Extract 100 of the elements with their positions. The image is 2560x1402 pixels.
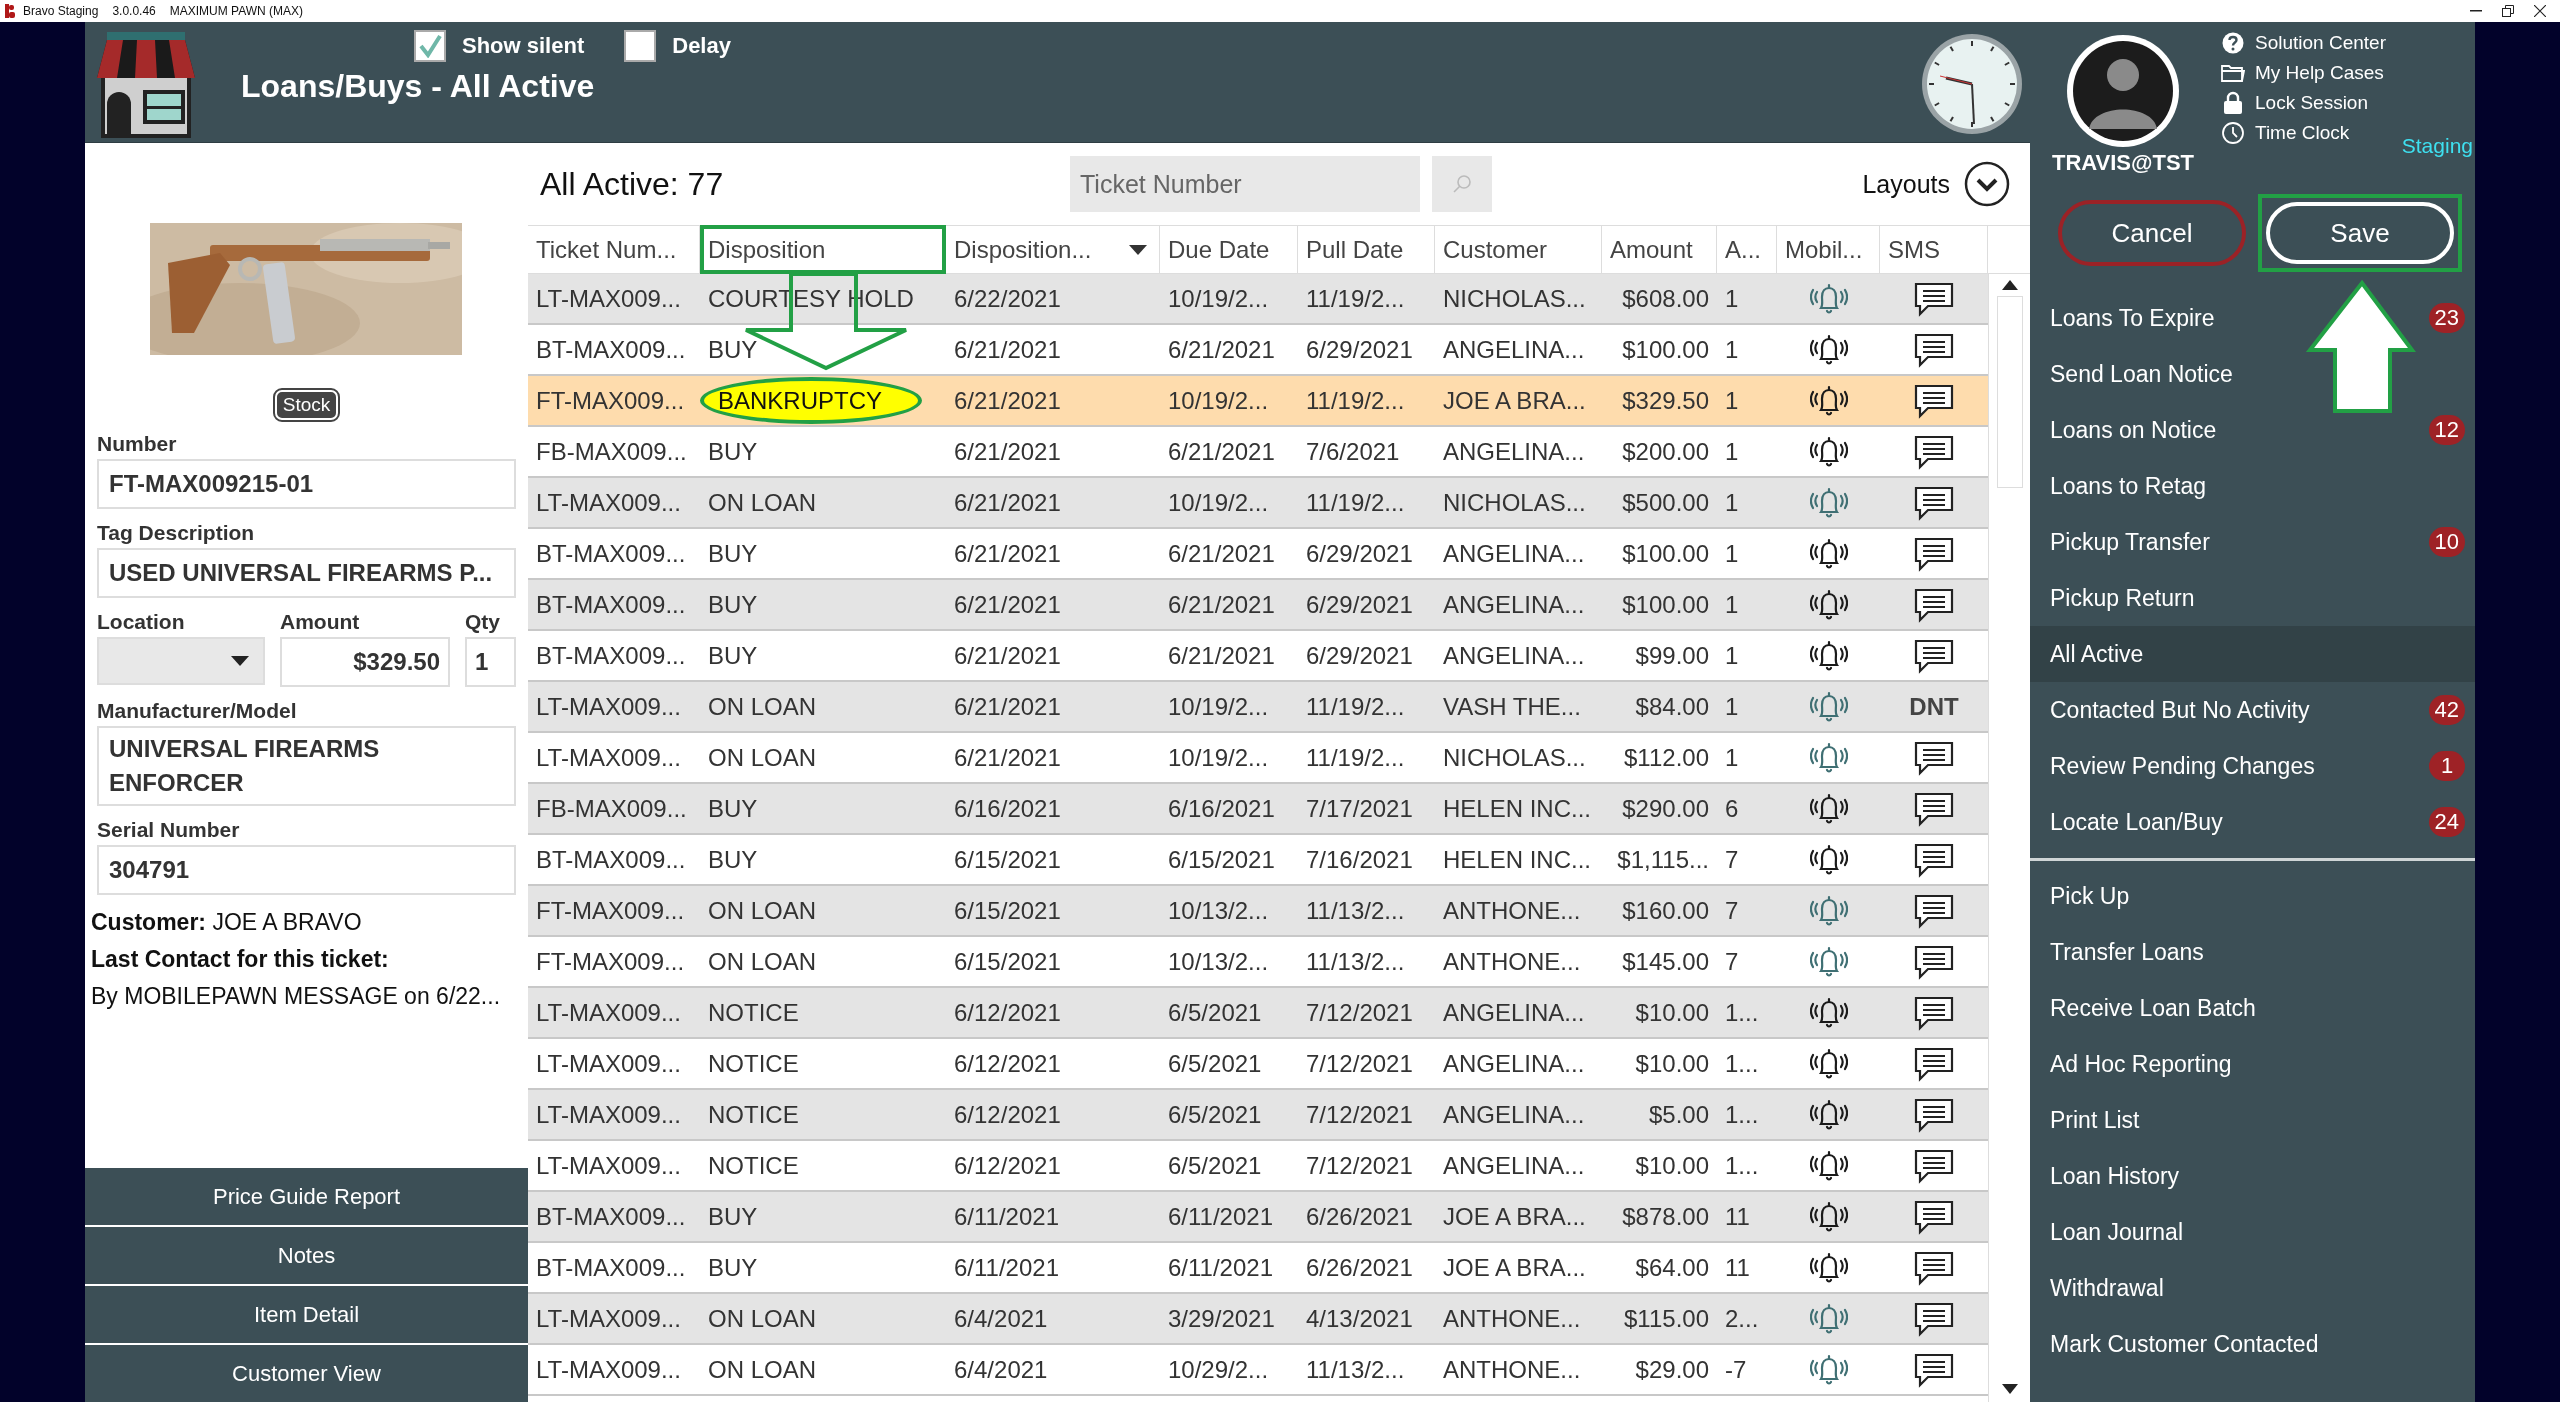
menu-item[interactable]: Loans to Retag [2030, 458, 2475, 514]
chat-icon[interactable] [1912, 1096, 1956, 1133]
chat-icon[interactable] [1912, 892, 1956, 929]
chat-icon[interactable] [1912, 382, 1956, 419]
input-field[interactable]: FT-MAX009215-01 [97, 459, 516, 509]
menu-item[interactable]: Review Pending Changes 1 [2030, 738, 2475, 794]
table-cell-text: 10/19/2... [1167, 488, 1270, 517]
chat-icon[interactable] [1912, 739, 1956, 776]
table-row[interactable]: LT-MAX009... NOTICE 6/12/2021 6/5/2021 7/12/2021 ANGELINA... $10.00 1... [528, 988, 1988, 1039]
chat-icon[interactable] [1912, 484, 1956, 521]
table-row[interactable]: FT-MAX009... BANKRUPTCY 6/21/2021 10/19/2... 11/19/2... JOE A BRA... $329.50 1 [528, 376, 1988, 427]
chat-icon[interactable] [1912, 331, 1956, 368]
action-button[interactable]: Notes [85, 1227, 528, 1284]
table-cell-text: 6/12/2021 [953, 998, 1062, 1027]
restore-icon[interactable] [2502, 5, 2514, 17]
input-field[interactable]: 304791 [97, 845, 516, 895]
help-link[interactable]: Time Clock [2255, 122, 2350, 144]
task-item[interactable]: Loan History [2030, 1148, 2475, 1204]
stock-button[interactable]: Stock [274, 390, 339, 420]
scroll-thumb[interactable] [1996, 296, 2023, 488]
column-header[interactable]: Disposition... [946, 225, 1160, 274]
menu-item[interactable]: Pickup Transfer 10 [2030, 514, 2475, 570]
chat-icon[interactable] [1912, 1147, 1956, 1184]
table-cell-text: HELEN INC... [1442, 794, 1593, 823]
help-link[interactable]: My Help Cases [2255, 62, 2384, 84]
table-cell-text: LT-MAX009... [535, 1151, 682, 1180]
chat-icon[interactable] [1912, 1198, 1956, 1235]
chat-icon[interactable] [1912, 280, 1956, 317]
task-item[interactable]: Transfer Loans [2030, 924, 2475, 980]
table-cell-text: $329.50 [1621, 386, 1710, 415]
menu-item[interactable]: All Active [2030, 626, 2475, 682]
cancel-button[interactable]: Cancel [2058, 200, 2246, 266]
action-button[interactable]: Price Guide Report [85, 1168, 528, 1225]
checkbox[interactable] [414, 30, 446, 62]
table-cell-text: 6/21/2021 [953, 692, 1062, 721]
layouts-label[interactable]: Layouts [1862, 169, 1950, 199]
task-item[interactable]: Pick Up [2030, 868, 2475, 924]
menu-item[interactable]: Contacted But No Activity 42 [2030, 682, 2475, 738]
chat-icon[interactable] [1912, 1045, 1956, 1082]
input-field[interactable]: $329.50 [280, 637, 450, 687]
action-button[interactable]: Customer View [85, 1345, 528, 1402]
table-row[interactable]: LT-MAX009... ON LOAN 6/21/2021 10/19/2... 11/19/2... VASH THE... $84.00 1 DNT [528, 682, 1988, 733]
table-cell-text: BUY [707, 437, 759, 466]
chat-icon[interactable] [1912, 535, 1956, 572]
chat-icon[interactable] [1912, 637, 1956, 674]
input-field[interactable]: UNIVERSAL FIREARMS ENFORCER [97, 726, 516, 806]
table-cell-text: ANGELINA... [1442, 335, 1586, 364]
environment-label: Staging [2401, 134, 2473, 158]
menu-item[interactable]: Loans To Expire 23 [2030, 290, 2475, 346]
table-cell-text: 6/29/2021 [1305, 641, 1414, 670]
close-icon[interactable] [2534, 5, 2546, 17]
chat-icon[interactable] [1912, 943, 1956, 980]
checkbox[interactable] [624, 30, 657, 62]
task-item[interactable]: Loan Journal [2030, 1204, 2475, 1260]
table-cell-text: NOTICE [707, 1151, 800, 1180]
chat-icon[interactable] [1912, 994, 1956, 1031]
input-field[interactable]: USED UNIVERSAL FIREARMS P... [97, 548, 516, 598]
table-row[interactable]: LT-MAX009... NOTICE 6/12/2021 6/5/2021 7/12/2021 ANGELINA... $5.00 1... [528, 1090, 1988, 1141]
scroll-down-icon[interactable] [2001, 1384, 2018, 1394]
help-link[interactable]: Solution Center [2255, 32, 2386, 54]
chat-icon[interactable] [1912, 1249, 1956, 1286]
field-label: Number [97, 432, 178, 456]
chat-icon[interactable] [1912, 1351, 1956, 1388]
table-cell-text: $99.00 [1634, 641, 1710, 670]
table-row[interactable]: BT-MAX009... BUY 6/21/2021 6/21/2021 6/29/2021 ANGELINA... $100.00 1 [528, 580, 1988, 631]
table-cell-text: 6/16/2021 [953, 794, 1062, 823]
clock-icon [1920, 32, 2024, 136]
field-label: Tag Description [97, 521, 256, 545]
chat-icon[interactable] [1912, 790, 1956, 827]
ticket-number-field[interactable]: Ticket Number [1070, 156, 1420, 212]
task-item[interactable]: Receive Loan Batch [2030, 980, 2475, 1036]
table-row[interactable]: LT-MAX009... ON LOAN 6/21/2021 10/19/2... 11/19/2... NICHOLAS... $500.00 1 [528, 478, 1988, 529]
chat-icon[interactable] [1912, 586, 1956, 623]
table-row[interactable]: FB-MAX009... BUY 6/16/2021 6/16/2021 7/17/2021 HELEN INC... $290.00 6 [528, 784, 1988, 835]
menu-item[interactable]: Send Loan Notice [2030, 346, 2475, 402]
help-link[interactable]: Lock Session [2255, 92, 2368, 114]
table-row[interactable]: LT-MAX009... ON LOAN 6/4/2021 3/29/2021 4/13/2021 ANTHONE... $115.00 2... [528, 1294, 1988, 1345]
chat-icon[interactable] [1912, 841, 1956, 878]
minimize-icon[interactable] [2470, 10, 2482, 12]
table-row[interactable]: FT-MAX009... ON LOAN 6/15/2021 10/13/2... 11/13/2... ANTHONE... $160.00 7 [528, 886, 1988, 937]
task-item[interactable]: Print List [2030, 1092, 2475, 1148]
task-item[interactable]: Mark Customer Contacted [2030, 1316, 2475, 1372]
menu-item[interactable]: Loans on Notice 12 [2030, 402, 2475, 458]
chat-icon[interactable] [1912, 1300, 1956, 1337]
table-row[interactable]: BT-MAX009... BUY 6/11/2021 6/11/2021 6/26/2021 JOE A BRA... $878.00 11 [528, 1192, 1988, 1243]
table-cell-text: $10.00 [1634, 1151, 1710, 1180]
task-item[interactable]: Ad Hoc Reporting [2030, 1036, 2475, 1092]
scroll-up-icon[interactable] [2001, 280, 2018, 290]
task-item[interactable]: Withdrawal [2030, 1260, 2475, 1316]
input-field[interactable]: 1 [465, 637, 516, 687]
action-button[interactable]: Item Detail [85, 1286, 528, 1343]
menu-item[interactable]: Locate Loan/Buy 24 [2030, 794, 2475, 850]
table-cell-text: NICHOLAS... [1442, 488, 1587, 517]
field-label: Amount [280, 610, 361, 634]
column-header[interactable]: Disposition [700, 225, 946, 274]
table-cell-text: ANGELINA... [1442, 1100, 1586, 1129]
chevron-icon[interactable] [1964, 161, 2010, 207]
chat-icon[interactable] [1912, 433, 1956, 470]
menu-item[interactable]: Pickup Return [2030, 570, 2475, 626]
save-button[interactable]: Save [2266, 202, 2454, 264]
